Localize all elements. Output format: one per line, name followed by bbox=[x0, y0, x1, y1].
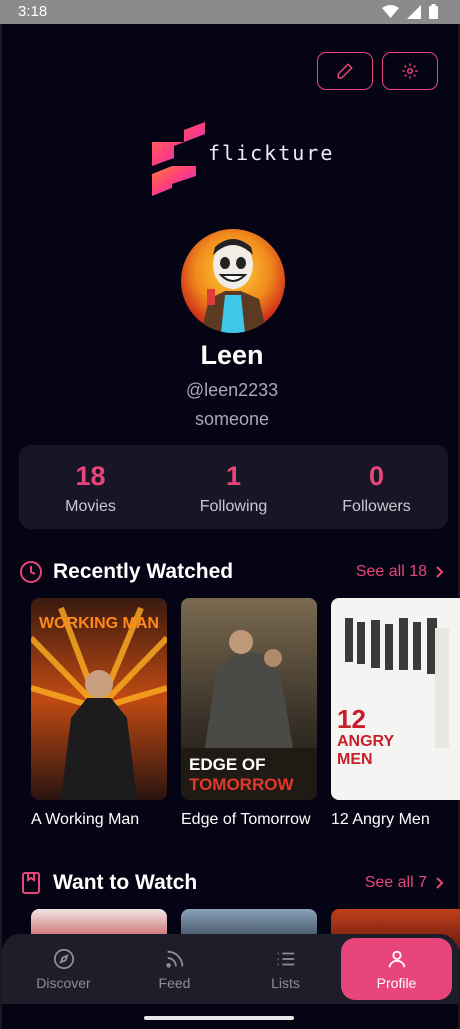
poster-text: EDGE OF bbox=[189, 755, 266, 774]
chevron-right-icon bbox=[436, 877, 444, 889]
profile-handle: @leen2233 bbox=[185, 380, 279, 400]
app-logo: flickture bbox=[150, 122, 334, 197]
movie-title: A Working Man bbox=[31, 811, 140, 828]
stats-panel: 18 Movies 1 Following 0 Followers bbox=[19, 445, 448, 529]
see-all-recently-watched-link[interactable]: See all 18 bbox=[356, 563, 445, 581]
app-name: flickture bbox=[208, 140, 335, 165]
status-icons bbox=[382, 4, 438, 19]
settings-button[interactable] bbox=[382, 52, 438, 90]
tab-label: Profile bbox=[376, 974, 417, 991]
edit-profile-button[interactable] bbox=[317, 52, 373, 90]
rss-icon bbox=[165, 950, 183, 968]
wifi-icon bbox=[382, 4, 399, 18]
want-to-watch-header: Want to Watch See all 7 bbox=[19, 868, 445, 898]
profile-screen: flickture Leen @leen2233 someone 18 Movi… bbox=[0, 24, 460, 1029]
status-time: 3:18 bbox=[18, 3, 48, 20]
stat-label: Followers bbox=[342, 498, 411, 515]
stat-followers[interactable]: 0 Followers bbox=[305, 445, 448, 529]
movie-title: Edge of Tomorrow bbox=[181, 811, 311, 828]
tab-label: Lists bbox=[271, 974, 300, 991]
battery-icon bbox=[429, 4, 438, 19]
home-gesture-handle[interactable] bbox=[144, 1016, 294, 1020]
tab-label: Feed bbox=[158, 974, 191, 991]
flickture-logo-mark bbox=[150, 122, 206, 197]
section-title: Recently Watched bbox=[53, 560, 234, 583]
chevron-right-icon bbox=[436, 566, 444, 578]
poster-text: WORKING MAN bbox=[39, 615, 159, 632]
list-icon bbox=[277, 952, 294, 965]
stat-label: Movies bbox=[65, 498, 116, 515]
tab-lists[interactable]: Lists bbox=[230, 938, 341, 1000]
stat-label: Following bbox=[199, 498, 268, 515]
movie-card[interactable]: EDGE OF TOMORROW Edge of Tomorrow bbox=[181, 598, 317, 829]
recently-watched-list: WORKING MAN A Working Man EDGE OF TOMORR… bbox=[31, 598, 460, 829]
movie-card[interactable]: WORKING MAN A Working Man bbox=[31, 598, 167, 829]
movie-poster[interactable]: EDGE OF TOMORROW bbox=[181, 598, 317, 800]
avatar[interactable] bbox=[181, 229, 285, 333]
poster-text: TOMORROW bbox=[189, 775, 294, 794]
movie-poster[interactable]: WORKING MAN bbox=[31, 598, 167, 800]
movie-poster[interactable]: 12 ANGRY MEN bbox=[331, 598, 460, 800]
tab-profile[interactable]: Profile bbox=[341, 938, 452, 1000]
tab-label: Discover bbox=[36, 974, 91, 991]
see-all-want-to-watch-link[interactable]: See all 7 bbox=[365, 874, 445, 892]
stat-value: 18 bbox=[75, 461, 106, 491]
system-nav-bar bbox=[2, 1004, 458, 1029]
signal-icon bbox=[407, 4, 421, 19]
movie-card[interactable]: 12 ANGRY MEN 12 Angry Men bbox=[331, 598, 460, 829]
profile-bio: someone bbox=[194, 409, 270, 429]
recently-watched-header: Recently Watched See all 18 bbox=[19, 557, 445, 587]
stat-value: 1 bbox=[225, 461, 242, 491]
bookmark-icon bbox=[22, 872, 40, 894]
compass-icon bbox=[53, 948, 74, 969]
poster-text: 12 bbox=[337, 704, 366, 734]
see-all-label: See all 7 bbox=[364, 874, 427, 891]
section-title: Want to Watch bbox=[53, 871, 198, 894]
poster-text: MEN bbox=[337, 751, 373, 768]
pencil-icon bbox=[337, 63, 353, 79]
poster-text: ANGRY bbox=[337, 733, 395, 750]
bottom-tab-bar: Discover Feed Lists Profile bbox=[2, 934, 458, 1004]
gear-icon bbox=[402, 63, 418, 79]
status-bar: 3:18 bbox=[0, 0, 460, 24]
tab-discover[interactable]: Discover bbox=[8, 938, 119, 1000]
see-all-label: See all 18 bbox=[355, 563, 427, 580]
stat-following[interactable]: 1 Following bbox=[162, 445, 305, 529]
stat-movies[interactable]: 18 Movies bbox=[19, 445, 162, 529]
tab-feed[interactable]: Feed bbox=[119, 938, 230, 1000]
profile-name: Leen bbox=[200, 340, 264, 370]
movie-title: 12 Angry Men bbox=[331, 811, 430, 828]
user-icon bbox=[388, 950, 405, 967]
clock-icon bbox=[20, 561, 42, 583]
stat-value: 0 bbox=[368, 461, 385, 491]
